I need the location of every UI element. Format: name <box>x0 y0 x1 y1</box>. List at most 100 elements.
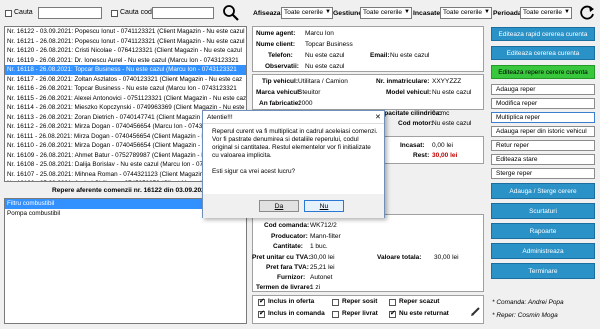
reper-sosit-checkbox[interactable] <box>332 299 339 306</box>
nume-agent-value: Marcu Ion <box>305 30 334 37</box>
cod-comanda-value: WK712/2 <box>310 222 337 229</box>
reper-scazut-label: Reper scazut <box>399 298 440 305</box>
observatii-value: Nu este cazul <box>305 63 345 70</box>
request-row[interactable]: Nr. 16122 - 03.09.2021: Popescu Ionut - … <box>5 27 246 37</box>
nume-client-label: Nume client: <box>256 41 296 48</box>
nr-inmatriculare-label: Nr. inmatriculare: <box>376 78 430 85</box>
producator-value: Mann-filter <box>310 233 341 240</box>
footer-comanda: * Comanda: Andrei Popa <box>492 299 564 306</box>
email-label: Email: <box>370 52 390 59</box>
search-icon[interactable] <box>222 4 240 22</box>
termen-value: 1 zi <box>310 284 321 291</box>
model-label: Model vehicul: <box>386 89 432 96</box>
edit-status-button[interactable]: Editeaza stare <box>491 154 595 165</box>
dialog-title: Atentie!!! <box>207 114 233 121</box>
cantitate-value: 1 buc. <box>310 243 328 250</box>
cauta-cod-checkbox[interactable] <box>111 10 118 17</box>
termen-label: Termen de livrare: <box>256 284 312 291</box>
pret-fara-value: 25,21 lei <box>310 264 335 271</box>
delete-part-button[interactable]: Sterge reper <box>491 168 595 179</box>
gestiune-select[interactable]: Toate cererile ▼ <box>360 7 412 19</box>
edit-request-button[interactable]: Editeaza cererea curenta <box>491 46 595 60</box>
nu-returnat-label: Nu este returnat <box>399 310 449 317</box>
reper-livrat-label: Reper livrat <box>342 310 378 317</box>
request-row[interactable]: Nr. 16117 - 26.08.2021: Zoltan Aszlatos … <box>5 75 246 85</box>
pret-unitar-label: Pret unitar cu TVA: <box>252 254 311 261</box>
search-code-input[interactable] <box>152 7 214 19</box>
return-part-button[interactable]: Retur reper <box>491 140 595 151</box>
add-delete-request-button[interactable]: Adauga / Sterge cerere <box>491 183 595 199</box>
request-row[interactable]: Nr. 16116 - 26.08.2021: Topcar Business … <box>5 84 246 94</box>
nu-returnat-checkbox[interactable]: ✔ <box>389 310 396 318</box>
request-row[interactable]: Nr. 16119 - 26.08.2021: Dr. Ionescu Aure… <box>5 56 246 66</box>
request-row[interactable]: Nr. 16121 - 26.08.2021: Popescu Ionut - … <box>5 37 246 47</box>
pret-fara-label: Pret fara TVA: <box>266 264 309 271</box>
reper-livrat-checkbox[interactable] <box>332 311 339 318</box>
cod-motor-label: Cod motor: <box>398 120 434 127</box>
dialog-body: Reperul curent va fi multiplicat in cadr… <box>203 124 384 194</box>
marca-label: Marca vehicul: <box>256 89 302 96</box>
an-fabricatie-value: 2000 <box>298 100 313 107</box>
reper-sosit-label: Reper sosit <box>342 298 378 305</box>
telefon-label: Telefon: <box>268 52 293 59</box>
afiseaza-select[interactable]: Toate cererile ▼ <box>281 7 333 19</box>
nr-inmatriculare-value: XXYYZZZ <box>432 78 462 85</box>
footer-reper: * Reper: Cosmin Moga <box>492 312 558 319</box>
multiply-part-button[interactable]: Multiplica reper <box>491 112 595 123</box>
marca-value: Steuitor <box>298 89 321 96</box>
valoare-totala-value: 30,00 lei <box>434 254 459 261</box>
rest-value: 30,00 lei <box>432 152 458 159</box>
cod-motor-value: Nu este cazul <box>432 120 472 127</box>
no-button[interactable]: Nu <box>304 200 344 212</box>
add-from-history-button[interactable]: Adauga reper din istoric vehicul <box>491 126 595 137</box>
shortcuts-button[interactable]: Scurtaturi <box>491 203 595 219</box>
search-input[interactable] <box>38 7 102 19</box>
cod-comanda-label: Cod comanda: <box>264 222 310 229</box>
confirm-dialog: Atentie!!! ✕ Reperul curent va fi multip… <box>202 110 385 218</box>
edit-quick-request-button[interactable]: Editeaza rapid cererea curenta <box>491 27 595 41</box>
nume-agent-label: Nume agent: <box>256 30 296 37</box>
inclus-comanda-label: Inclus in comanda <box>268 310 325 317</box>
incasate-label: Incasate: <box>413 10 443 17</box>
cantitate-label: Cantitate: <box>273 243 303 250</box>
furnizor-value: Autonet <box>310 274 333 281</box>
dialog-question: Esti sigur ca vrei acest lucru? <box>212 168 296 175</box>
incasat-label: Incasat: <box>400 142 425 149</box>
tip-vehicul-value: Utilitara / Camion <box>298 78 348 85</box>
cauta-cod-label: Cauta cod <box>120 9 152 16</box>
dialog-message: Reperul curent va fi multiplicat in cadr… <box>212 128 378 159</box>
perioada-select[interactable]: Toate cererile ▼ <box>520 7 572 19</box>
an-fabricatie-label: An fabricatie: <box>259 100 301 107</box>
edit-parts-button[interactable]: Editeaza repere cerere curenta <box>491 65 595 79</box>
inclus-comanda-checkbox[interactable]: ✔ <box>258 310 265 318</box>
reports-button[interactable]: Rapoarte <box>491 223 595 239</box>
dialog-footer: Da Nu <box>203 194 384 218</box>
add-part-button[interactable]: Adauga reper <box>491 84 595 95</box>
exit-button[interactable]: Terminare <box>491 263 595 279</box>
dialog-titlebar: Atentie!!! ✕ <box>203 111 384 124</box>
incasat-value: 0,00 lei <box>432 142 453 149</box>
reper-list-title: Repere aferente comenzii nr. 16122 din 0… <box>52 187 209 194</box>
request-row[interactable]: Nr. 16118 - 26.08.2021: Topcar Business … <box>5 65 246 75</box>
reper-scazut-checkbox[interactable] <box>389 299 396 306</box>
cauta-checkbox[interactable] <box>5 10 12 17</box>
administer-button[interactable]: Administreaza <box>491 243 595 259</box>
request-row[interactable]: Nr. 16115 - 26.08.2021: Alexei Antonovic… <box>5 94 246 104</box>
afiseaza-label: Afiseaza: <box>253 10 283 17</box>
refresh-icon[interactable] <box>579 4 596 21</box>
nume-client-value: Topcar Business <box>305 41 353 48</box>
capacitate-value: 0 cmc <box>432 110 450 117</box>
request-row[interactable]: Nr. 16120 - 26.08.2021: Cristi Nicolae -… <box>5 46 246 56</box>
edit-icon[interactable] <box>470 306 481 317</box>
incasate-select[interactable]: Toate cererile ▼ <box>440 7 492 19</box>
tip-vehicul-label: Tip vehicul: <box>262 78 298 85</box>
modify-part-button[interactable]: Modifica reper <box>491 98 595 109</box>
inclus-oferta-label: Inclus in oferta <box>268 298 315 305</box>
pret-unitar-value: 30,00 lei <box>310 254 335 261</box>
inclus-oferta-checkbox[interactable]: ✔ <box>258 298 265 306</box>
valoare-totala-label: Valoare totala: <box>377 254 422 261</box>
dialog-close-icon[interactable]: ✕ <box>375 113 381 121</box>
email-value: Nu este cazul <box>390 52 430 59</box>
rest-label: Rest: <box>413 152 430 159</box>
yes-button[interactable]: Da <box>259 200 299 212</box>
